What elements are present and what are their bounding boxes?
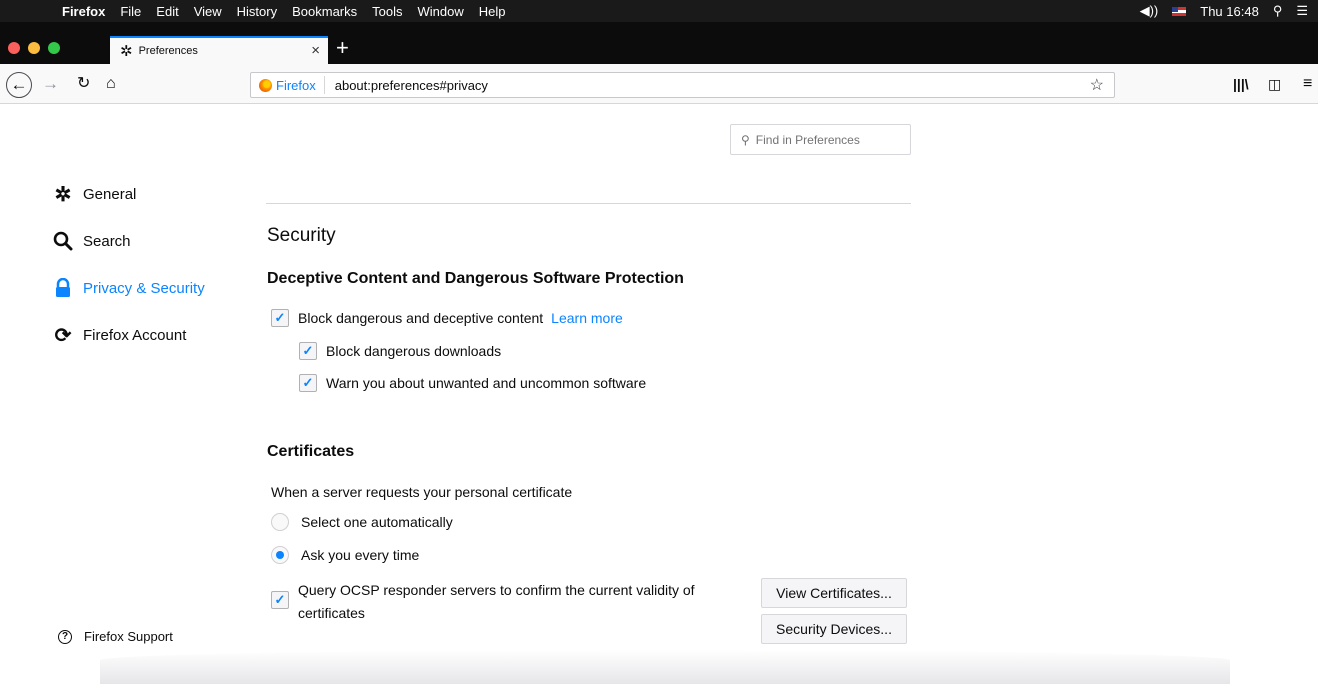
search-icon: ⚲ [741,132,750,147]
macos-menu-bar: Firefox File Edit View History Bookmarks… [0,0,1318,22]
select-automatically-row: Select one automatically [271,513,453,531]
new-tab-button[interactable]: + [336,36,349,60]
learn-more-link[interactable]: Learn more [551,310,623,326]
ocsp-label-line2: certificates [298,605,365,621]
clock[interactable]: Thu 16:48 [1200,4,1259,19]
warn-unwanted-checkbox[interactable]: ✓ [299,374,317,392]
identity-box[interactable]: Firefox [251,76,325,94]
help-icon: ? [58,629,72,644]
menu-file[interactable]: File [120,4,141,19]
block-downloads-row: ✓ Block dangerous downloads [299,342,501,360]
sidebar-item-label: Privacy & Security [83,279,205,297]
menu-tools[interactable]: Tools [372,4,402,19]
gear-icon: ✲ [120,43,133,60]
sidebar-item-label: Search [83,232,131,250]
search-input[interactable]: ⚲ Find in Preferences [730,124,911,155]
ask-every-time-label[interactable]: Ask you every time [301,547,419,563]
tab-preferences[interactable]: ✲ Preferences × [110,36,328,64]
forward-button[interactable]: → [42,74,59,94]
status-tray: ◀)) Thu 16:48 ⚲ ☰ [1140,0,1308,22]
firefox-logo-icon [259,78,272,92]
input-source-flag-icon[interactable] [1172,6,1187,16]
sidebar-item-firefox-account[interactable]: ⟳ Firefox Account [52,324,187,347]
menu-history[interactable]: History [237,4,277,19]
lock-icon [52,277,74,299]
security-devices-button[interactable]: Security Devices... [761,614,907,644]
notification-center-icon[interactable]: ☰ [1296,3,1308,19]
firefox-support-link[interactable]: ? Firefox Support [58,629,173,644]
ocsp-checkbox[interactable]: ✓ [271,591,289,609]
spotlight-search-icon[interactable]: ⚲ [1273,3,1283,19]
block-deceptive-label[interactable]: Block dangerous and deceptive content [298,310,543,326]
tab-strip: ✲ Preferences × + [0,22,1318,64]
menu-view[interactable]: View [194,4,222,19]
window-controls [8,42,60,54]
sidebar-toggle-icon[interactable]: ◫ [1268,74,1281,94]
section-divider [266,203,911,204]
warn-unwanted-label[interactable]: Warn you about unwanted and uncommon sof… [326,375,646,391]
app-menus: Firefox File Edit View History Bookmarks… [62,0,521,22]
select-automatically-radio[interactable] [271,513,289,531]
bookmark-star-icon[interactable]: ☆ [1090,75,1104,95]
sidebar-item-label: General [83,185,137,203]
select-automatically-label[interactable]: Select one automatically [301,514,453,530]
close-tab-icon[interactable]: × [311,42,320,59]
tab-title: Preferences [138,45,198,57]
library-icon[interactable]: |||\ [1233,74,1249,94]
gear-icon: ✲ [54,183,72,206]
block-deceptive-checkbox[interactable]: ✓ [271,309,289,327]
reload-button[interactable]: ↻ [77,74,90,94]
block-downloads-label[interactable]: Block dangerous downloads [326,343,501,359]
sidebar-item-label: Firefox Account [83,326,187,344]
zoom-window-button[interactable] [48,42,60,54]
block-downloads-checkbox[interactable]: ✓ [299,342,317,360]
certificates-heading: Certificates [267,443,355,460]
back-button[interactable]: ← [6,72,32,98]
url-text[interactable]: about:preferences#privacy [325,78,488,93]
close-window-button[interactable] [8,42,20,54]
block-deceptive-row: ✓ Block dangerous and deceptive content … [271,309,623,327]
menu-bookmarks[interactable]: Bookmarks [292,4,357,19]
certificate-prompt: When a server requests your personal cer… [271,484,572,500]
sidebar-item-search[interactable]: Search [52,230,131,252]
url-bar[interactable]: Firefox about:preferences#privacy ☆ [250,72,1115,98]
navigation-toolbar: ← → ↻ ⌂ Firefox about:preferences#privac… [0,64,1318,104]
ocsp-label[interactable]: Query OCSP responder servers to confirm … [298,579,695,625]
search-icon [52,230,74,252]
search-placeholder: Find in Preferences [755,132,860,147]
ask-every-time-row: Ask you every time [271,546,419,564]
sync-icon: ⟳ [54,324,72,347]
certificate-prompt-label: When a server requests your personal cer… [271,484,573,500]
menu-firefox[interactable]: Firefox [62,4,105,19]
ocsp-row: ✓ Query OCSP responder servers to confir… [271,579,695,625]
section-title-security: Security [267,225,336,246]
home-button[interactable]: ⌂ [106,74,116,94]
menu-window[interactable]: Window [418,4,464,19]
identity-label: Firefox [276,77,316,93]
view-certificates-button[interactable]: View Certificates... [761,578,907,608]
hamburger-menu-icon[interactable]: ≡ [1303,74,1312,94]
page-bottom-fade [100,650,1230,684]
minimize-window-button[interactable] [28,42,40,54]
support-label: Firefox Support [84,629,173,644]
ask-every-time-radio[interactable] [271,546,289,564]
menu-edit[interactable]: Edit [156,4,178,19]
sidebar-item-general[interactable]: ✲ General [52,183,137,206]
warn-unwanted-row: ✓ Warn you about unwanted and uncommon s… [299,374,646,392]
volume-icon[interactable]: ◀)) [1140,3,1159,19]
menu-help[interactable]: Help [479,4,506,19]
deceptive-content-heading: Deceptive Content and Dangerous Software… [267,270,684,287]
sidebar-item-privacy-security[interactable]: Privacy & Security [52,277,205,299]
ocsp-label-line1: Query OCSP responder servers to confirm … [298,582,695,598]
